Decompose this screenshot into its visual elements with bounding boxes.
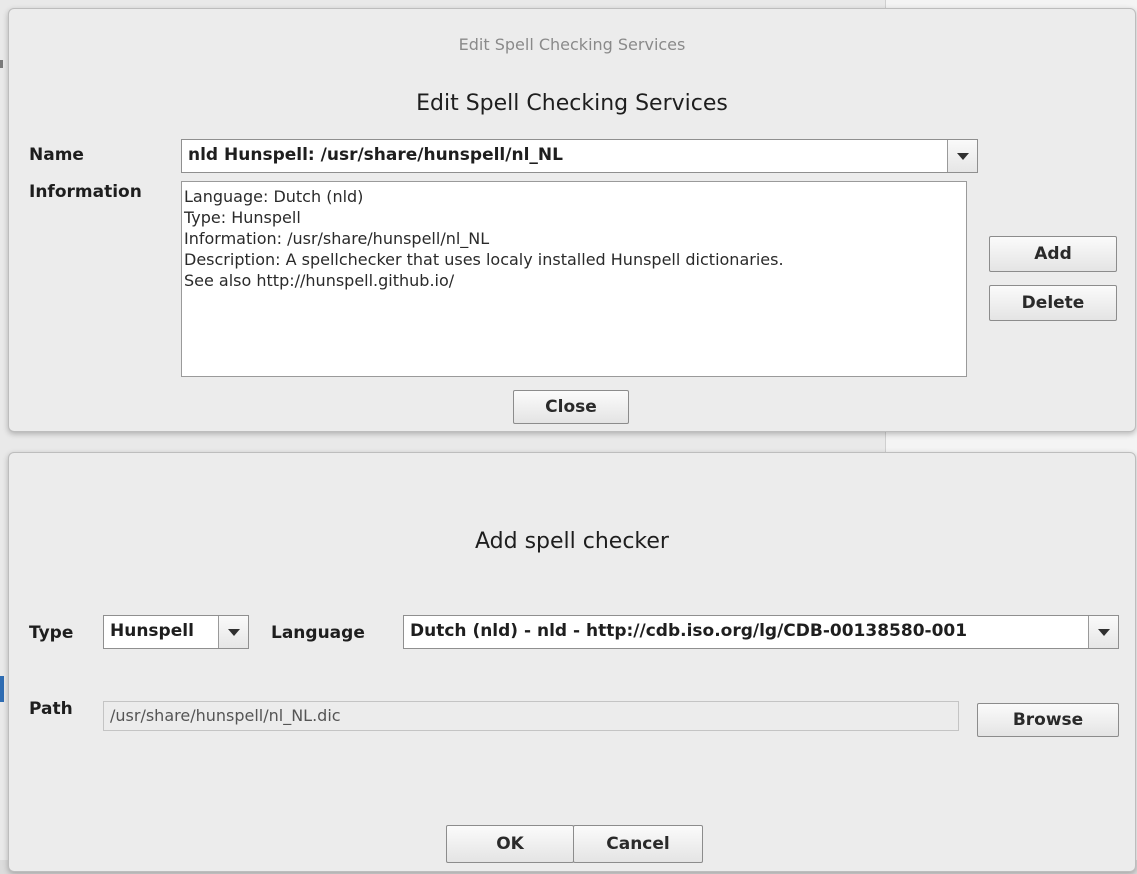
chevron-down-icon[interactable]	[947, 140, 977, 172]
window-title: Edit Spell Checking Services	[458, 35, 686, 54]
name-label: Name	[29, 145, 84, 165]
background-edge-mark	[0, 60, 3, 68]
language-label: Language	[271, 623, 365, 643]
type-combo-value: Hunspell	[110, 621, 194, 641]
type-label: Type	[29, 623, 74, 643]
chevron-down-icon[interactable]	[218, 616, 248, 648]
dialog-heading: Edit Spell Checking Services	[416, 91, 728, 116]
close-button[interactable]: Close	[513, 390, 629, 424]
path-label: Path	[29, 699, 73, 719]
info-line-see-also: See also http://hunspell.github.io/	[184, 271, 455, 290]
language-combo-value: Dutch (nld) - nld - http://cdb.iso.org/l…	[410, 621, 968, 641]
chevron-down-icon[interactable]	[1088, 616, 1118, 648]
language-combo[interactable]: Dutch (nld) - nld - http://cdb.iso.org/l…	[403, 615, 1119, 649]
edit-spell-checking-dialog: Edit Spell Checking Services Edit Spell …	[8, 8, 1136, 432]
dialog-heading: Add spell checker	[475, 529, 669, 554]
path-field[interactable]: /usr/share/hunspell/nl_NL.dic	[103, 701, 959, 731]
info-line-information: Information: /usr/share/hunspell/nl_NL	[184, 229, 490, 248]
delete-button[interactable]: Delete	[989, 285, 1117, 321]
info-line-type: Type: Hunspell	[184, 208, 301, 227]
name-combo-value: nld Hunspell: /usr/share/hunspell/nl_NL	[188, 145, 563, 165]
browse-button[interactable]: Browse	[977, 703, 1119, 737]
info-line-description: Description: A spellchecker that uses lo…	[184, 250, 784, 269]
background-selection-edge	[0, 676, 4, 702]
ok-button[interactable]: OK	[446, 825, 574, 863]
cancel-button[interactable]: Cancel	[573, 825, 703, 863]
info-line-language: Language: Dutch (nld)	[184, 187, 364, 206]
information-label: Information	[29, 182, 142, 202]
add-button[interactable]: Add	[989, 236, 1117, 272]
add-spell-checker-dialog: Add spell checker Type Hunspell Language…	[8, 452, 1136, 872]
name-combo[interactable]: nld Hunspell: /usr/share/hunspell/nl_NL	[181, 139, 978, 173]
information-textarea[interactable]: Language: Dutch (nld) Type: Hunspell Inf…	[181, 181, 967, 377]
type-combo[interactable]: Hunspell	[103, 615, 249, 649]
